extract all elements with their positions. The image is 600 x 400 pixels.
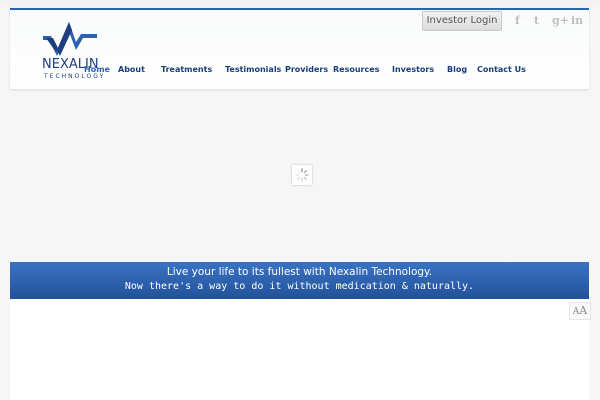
spinner-icon xyxy=(295,168,309,182)
font-large-glyph: A xyxy=(579,304,588,317)
tagline-primary: Live your life to its fullest with Nexal… xyxy=(166,266,433,278)
nav-item-resources[interactable]: Resources xyxy=(333,65,379,74)
content-area xyxy=(10,299,589,400)
tagline-banner: Live your life to its fullest with Nexal… xyxy=(10,262,589,299)
linkedin-icon[interactable]: in xyxy=(571,14,583,27)
nav-item-testimonials[interactable]: Testimonials xyxy=(225,65,281,74)
slider-loading-spinner xyxy=(292,165,312,185)
nav-item-investors[interactable]: Investors xyxy=(392,65,434,74)
facebook-icon[interactable]: f xyxy=(515,14,520,27)
site-header: NEXALIN TECHNOLOGY Investor Login f t g+… xyxy=(10,8,589,89)
nav-item-about[interactable]: About xyxy=(118,65,145,74)
nav-item-contact-us[interactable]: Contact Us xyxy=(477,65,526,74)
investor-login-button[interactable]: Investor Login xyxy=(422,11,502,31)
font-size-toggle-button[interactable]: AA xyxy=(569,302,591,320)
tagline-secondary: Now there's a way to do it without medic… xyxy=(124,281,475,292)
nav-item-home[interactable]: Home xyxy=(84,65,110,74)
nav-item-treatments[interactable]: Treatments xyxy=(161,65,212,74)
twitter-icon[interactable]: t xyxy=(534,14,539,27)
nav-item-blog[interactable]: Blog xyxy=(447,65,467,74)
google-plus-icon[interactable]: g+ xyxy=(552,14,569,27)
top-strip xyxy=(0,0,600,7)
logo-mark-icon xyxy=(43,22,97,56)
nav-item-providers[interactable]: Providers xyxy=(285,65,328,74)
main-nav: Home About Treatments Testimonials Provi… xyxy=(10,65,589,79)
